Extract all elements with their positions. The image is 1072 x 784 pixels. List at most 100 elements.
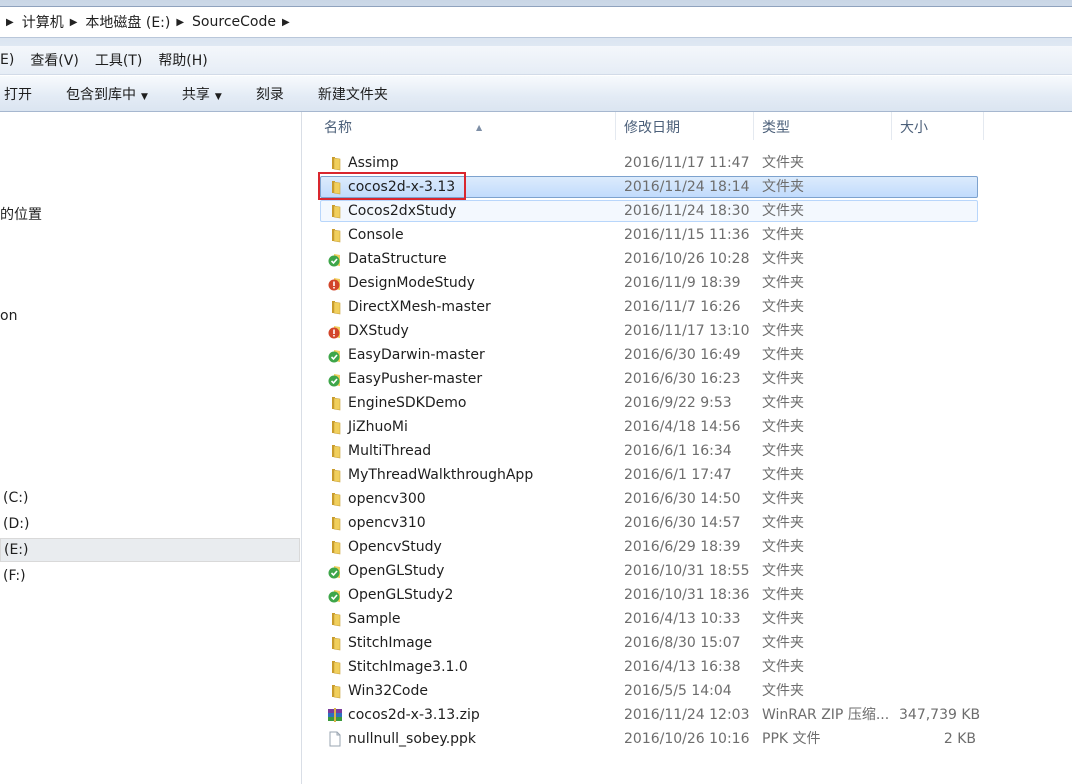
breadcrumb-arrow-icon[interactable]: ▶: [282, 17, 290, 28]
file-name: Win32Code: [348, 683, 428, 699]
burn-button[interactable]: 刻录: [256, 84, 284, 104]
column-header-type[interactable]: 类型: [754, 112, 892, 140]
file-name: EasyPusher-master: [348, 371, 483, 387]
file-row[interactable]: StitchImage 2016/8/30 15:07 文件夹: [320, 632, 978, 654]
file-row[interactable]: EngineSDKDemo 2016/9/22 9:53 文件夹: [320, 392, 978, 414]
file-row[interactable]: DataStructure 2016/10/26 10:28 文件夹: [320, 248, 978, 270]
file-row[interactable]: Win32Code 2016/5/5 14:04 文件夹: [320, 680, 978, 702]
file-row[interactable]: OpenGLStudy 2016/10/31 18:55 文件夹: [320, 560, 978, 582]
svn-modified-folder-icon: [327, 275, 343, 291]
file-date: 2016/10/26 10:16: [624, 731, 750, 747]
file-name: DataStructure: [348, 251, 447, 267]
file-name: opencv300: [348, 491, 426, 507]
nav-item-drive-e[interactable]: (E:): [0, 538, 300, 562]
file-name: EasyDarwin-master: [348, 347, 485, 363]
nav-item-places[interactable]: 的位置: [0, 204, 42, 224]
nav-item-on[interactable]: on: [0, 308, 17, 324]
column-header-size[interactable]: 大小: [892, 112, 984, 140]
breadcrumb-arrow-icon[interactable]: ▶: [70, 17, 78, 28]
column-header-name[interactable]: 名称 ▲: [316, 112, 616, 140]
file-row[interactable]: DXStudy 2016/11/17 13:10 文件夹: [320, 320, 978, 342]
menu-tools[interactable]: 工具(T): [87, 50, 150, 70]
menu-view[interactable]: 查看(V): [22, 50, 87, 70]
file-type: 文件夹: [762, 491, 804, 507]
file-type: 文件夹: [762, 395, 804, 411]
file-list[interactable]: 名称 ▲ 修改日期 类型 大小 Assimp 2016/11/17 11:47 文件…: [302, 112, 1072, 784]
folder-icon: [327, 491, 343, 507]
folder-icon: [327, 443, 343, 459]
include-in-library-label: 包含到库中: [66, 86, 136, 103]
menu-help[interactable]: 帮助(H): [150, 50, 215, 70]
file-row[interactable]: nullnull_sobey.ppk 2016/10/26 10:16 PPK 文件…: [320, 728, 978, 750]
file-name: Sample: [348, 611, 401, 627]
breadcrumb-sourcecode[interactable]: SourceCode: [192, 14, 276, 30]
file-row[interactable]: opencv300 2016/6/30 14:50 文件夹: [320, 488, 978, 510]
file-row[interactable]: OpenGLStudy2 2016/10/31 18:36 文件夹: [320, 584, 978, 606]
file-row[interactable]: EasyDarwin-master 2016/6/30 16:49 文件夹: [320, 344, 978, 366]
file-row[interactable]: DesignModeStudy 2016/11/9 18:39 文件夹: [320, 272, 978, 294]
open-button[interactable]: 打开: [4, 84, 32, 104]
file-row[interactable]: StitchImage3.1.0 2016/4/13 16:38 文件夹: [320, 656, 978, 678]
folder-icon: [327, 611, 343, 627]
highlight-box: [318, 172, 466, 200]
file-row[interactable]: Sample 2016/4/13 10:33 文件夹: [320, 608, 978, 630]
share-label: 共享: [181, 86, 210, 103]
folder-icon: [327, 227, 343, 243]
file-row[interactable]: cocos2d-x-3.13.zip 2016/11/24 12:03 WinRAR…: [320, 704, 980, 726]
file-name: Cocos2dxStudy: [348, 203, 457, 219]
file-row[interactable]: MyThreadWalkthroughApp 2016/6/1 17:47 文件夹: [320, 464, 978, 486]
file-type: 文件夹: [762, 635, 804, 651]
file-date: 2016/11/17 13:10: [624, 323, 750, 339]
file-row[interactable]: Assimp 2016/11/17 11:47 文件夹: [320, 152, 978, 174]
svn-ok-folder-icon: [327, 563, 343, 579]
include-in-library-button[interactable]: 包含到库中 ▼: [66, 84, 148, 104]
folder-icon: [327, 635, 343, 651]
file-type: 文件夹: [762, 587, 804, 603]
menu-bar: E) 查看(V) 工具(T) 帮助(H): [0, 46, 1072, 75]
file-row[interactable]: EasyPusher-master 2016/6/30 16:23 文件夹: [320, 368, 978, 390]
file-type: 文件夹: [762, 371, 804, 387]
nav-item-drive-c[interactable]: (C:): [3, 490, 28, 506]
folder-icon: [327, 683, 343, 699]
file-name: EngineSDKDemo: [348, 395, 467, 411]
breadcrumb-arrow-icon[interactable]: ▶: [6, 17, 14, 28]
share-button[interactable]: 共享 ▼: [182, 84, 222, 104]
nav-item-drive-d[interactable]: (D:): [3, 516, 29, 532]
file-name: MultiThread: [348, 443, 432, 459]
file-type: 文件夹: [762, 299, 804, 315]
file-name: Console: [348, 227, 404, 243]
folder-icon: [327, 659, 343, 675]
address-bar[interactable]: ▶ 计算机 ▶ 本地磁盘 (E:) ▶ SourceCode ▶: [0, 6, 1072, 38]
address-bar-area: ▶ 计算机 ▶ 本地磁盘 (E:) ▶ SourceCode ▶: [0, 0, 1072, 46]
file-name: StitchImage3.1.0: [348, 659, 468, 675]
file-row[interactable]: JiZhuoMi 2016/4/18 14:56 文件夹: [320, 416, 978, 438]
dropdown-caret-icon: ▼: [214, 91, 222, 102]
folder-icon: [327, 515, 343, 531]
file-date: 2016/11/24 18:14: [624, 179, 750, 195]
folder-icon: [327, 203, 343, 219]
nav-item-drive-f[interactable]: (F:): [3, 568, 26, 584]
breadcrumb-computer[interactable]: 计算机: [22, 12, 64, 32]
new-folder-button[interactable]: 新建文件夹: [318, 84, 388, 104]
file-name: DesignModeStudy: [348, 275, 475, 291]
menu-edit[interactable]: E): [0, 52, 22, 68]
navigation-pane[interactable]: 的位置 on (C:) (D:) (E:) (F:): [0, 112, 302, 784]
breadcrumb-drive-e[interactable]: 本地磁盘 (E:): [85, 12, 170, 32]
file-row[interactable]: Cocos2dxStudy 2016/11/24 18:30 文件夹: [320, 200, 978, 222]
file-date: 2016/6/30 14:50: [624, 491, 741, 507]
file-row[interactable]: OpencvStudy 2016/6/29 18:39 文件夹: [320, 536, 978, 558]
file-type: 文件夹: [762, 275, 804, 291]
file-row[interactable]: DirectXMesh-master 2016/11/7 16:26 文件夹: [320, 296, 978, 318]
column-header-date[interactable]: 修改日期: [616, 112, 754, 140]
file-type: 文件夹: [762, 419, 804, 435]
file-type: WinRAR ZIP 压缩...: [762, 707, 890, 723]
file-type: 文件夹: [762, 155, 804, 171]
file-date: 2016/11/17 11:47: [624, 155, 750, 171]
breadcrumb-arrow-icon[interactable]: ▶: [176, 17, 184, 28]
file-type: 文件夹: [762, 515, 804, 531]
file-row[interactable]: Console 2016/11/15 11:36 文件夹: [320, 224, 978, 246]
file-name: cocos2d-x-3.13.zip: [348, 707, 480, 723]
file-row[interactable]: MultiThread 2016/6/1 16:34 文件夹: [320, 440, 978, 462]
file-date: 2016/11/24 12:03: [624, 707, 750, 723]
file-row[interactable]: opencv310 2016/6/30 14:57 文件夹: [320, 512, 978, 534]
